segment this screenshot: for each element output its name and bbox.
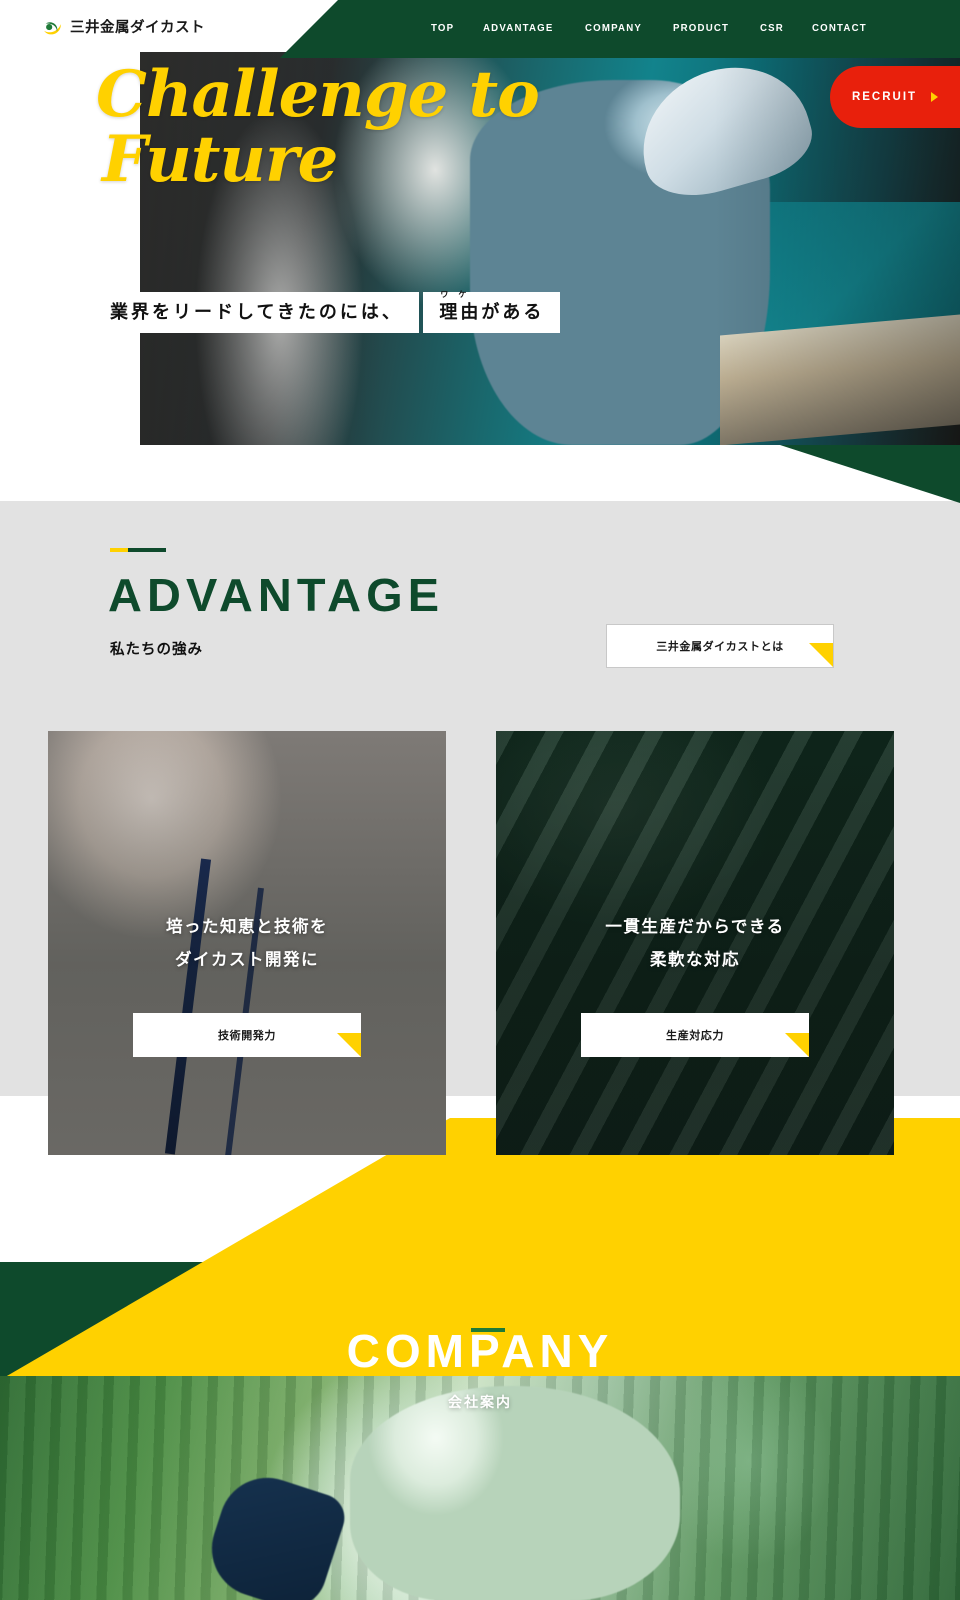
hero-section: Challenge to Future 業界をリードしてきたのには、 ワケ 理由… bbox=[0, 0, 960, 503]
recruit-button-label: RECRUIT bbox=[851, 91, 918, 103]
site-header: 三井金属ダイカスト TOP ADVANTAGE COMPANY PRODUCT … bbox=[0, 0, 960, 58]
hero-subheadline: 業界をリードしてきたのには、 ワケ 理由 がある bbox=[94, 270, 561, 333]
advantage-card-technology[interactable]: 培った知恵と技術を ダイカスト開発に 技術開発力 bbox=[48, 731, 446, 1155]
main-nav: TOP ADVANTAGE COMPANY PRODUCT CSR CONTAC… bbox=[431, 22, 872, 34]
logo-text: 三井金属ダイカスト bbox=[70, 20, 205, 37]
advantage-title: ADVANTAGE bbox=[108, 569, 445, 621]
nav-item-contact[interactable]: CONTACT bbox=[812, 22, 867, 34]
nav-item-advantage[interactable]: ADVANTAGE bbox=[483, 22, 554, 34]
card-text-line2: ダイカスト開発に bbox=[175, 951, 319, 969]
accent-bar-yellow bbox=[110, 548, 128, 552]
swoosh-leaf-icon bbox=[42, 18, 63, 39]
ruby-annotation: ワケ bbox=[440, 290, 477, 299]
advantage-cards: 培った知恵と技術を ダイカスト開発に 技術開発力 一貫生産だからできる 柔軟な対… bbox=[0, 731, 960, 1155]
card-text-line2: 柔軟な対応 bbox=[650, 951, 740, 969]
hero-headline-line1: Challenge to bbox=[96, 57, 540, 132]
about-company-button[interactable]: 三井金属ダイカストとは bbox=[606, 624, 834, 668]
ruby-group: ワケ 理由 bbox=[439, 291, 482, 322]
card-text-line1: 培った知恵と技術を bbox=[166, 918, 328, 936]
card-button-label: 技術開発力 bbox=[218, 1030, 276, 1042]
hero-subheadline-line2: ワケ 理由 がある bbox=[423, 291, 561, 333]
card-text-line1: 一貫生産だからできる bbox=[605, 918, 785, 936]
hero-subheadline-line1: 業界をリードしてきたのには、 bbox=[94, 292, 419, 333]
card-button-label: 生産対応力 bbox=[666, 1030, 724, 1042]
card-button[interactable]: 生産対応力 bbox=[581, 1013, 809, 1057]
card-text: 一貫生産だからできる 柔軟な対応 bbox=[496, 911, 894, 977]
nav-item-csr[interactable]: CSR bbox=[760, 22, 784, 34]
recruit-button[interactable]: RECRUIT bbox=[830, 66, 960, 128]
company-subtitle: 会社案内 bbox=[448, 1394, 512, 1410]
accent-bar-green bbox=[128, 548, 166, 552]
page-root: 三井金属ダイカスト TOP ADVANTAGE COMPANY PRODUCT … bbox=[0, 0, 960, 1600]
triangle-right-icon bbox=[931, 92, 939, 102]
about-company-button-label: 三井金属ダイカストとは bbox=[656, 641, 784, 653]
nav-item-product[interactable]: PRODUCT bbox=[673, 22, 729, 34]
nav-item-top[interactable]: TOP bbox=[431, 22, 454, 34]
advantage-accent-bar bbox=[110, 548, 166, 552]
hero-headline-line2: Future bbox=[102, 122, 338, 198]
card-button[interactable]: 技術開発力 bbox=[133, 1013, 361, 1057]
advantage-subtitle: 私たちの強み bbox=[110, 642, 203, 658]
hero-headline: Challenge to Future bbox=[96, 62, 616, 193]
ruby-base-text: 理由 bbox=[439, 302, 482, 322]
card-text: 培った知恵と技術を ダイカスト開発に bbox=[48, 911, 446, 977]
hero-subheadline-line2-rest: がある bbox=[481, 302, 545, 322]
advantage-card-production[interactable]: 一貫生産だからできる 柔軟な対応 生産対応力 bbox=[496, 731, 894, 1155]
site-logo[interactable]: 三井金属ダイカスト bbox=[42, 18, 205, 39]
company-photo-worker bbox=[350, 1386, 680, 1600]
nav-item-company[interactable]: COMPANY bbox=[585, 22, 642, 34]
company-title: COMPANY bbox=[346, 1325, 614, 1377]
